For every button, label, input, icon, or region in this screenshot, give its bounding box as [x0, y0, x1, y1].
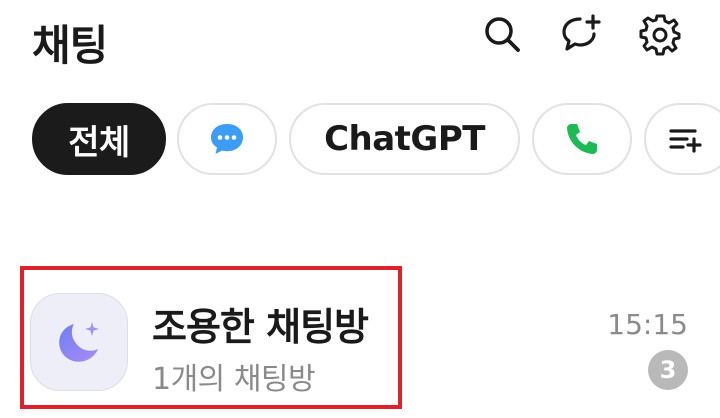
chat-subtitle: 1개의 채팅방 — [152, 362, 316, 397]
unread-badge: 3 — [648, 350, 688, 390]
settings-icon — [639, 14, 681, 56]
messages-app-icon — [211, 124, 243, 154]
edit-filters-button[interactable] — [644, 103, 720, 175]
page-title: 채팅 — [32, 21, 108, 70]
search-icon — [485, 17, 520, 52]
phone-icon — [567, 124, 597, 154]
filter-chip-messages[interactable] — [177, 103, 277, 175]
filter-chip-chatgpt[interactable]: ChatGPT — [289, 103, 520, 175]
new-chat-button[interactable] — [558, 10, 606, 58]
filter-chip-all-label: 전체 — [68, 122, 130, 163]
chat-title: 조용한 채팅방 — [152, 305, 369, 349]
chat-avatar — [30, 293, 128, 391]
search-button[interactable] — [478, 10, 526, 58]
moon-icon — [59, 322, 99, 362]
new-chat-icon — [562, 14, 601, 51]
settings-button[interactable] — [636, 10, 684, 58]
chat-timestamp: 15:15 — [607, 308, 688, 341]
filter-chip-phone[interactable] — [532, 103, 632, 175]
edit-filters-icon — [669, 129, 702, 153]
filter-chip-all[interactable]: 전체 — [32, 103, 166, 175]
filter-chip-chatgpt-label: ChatGPT — [324, 119, 485, 159]
